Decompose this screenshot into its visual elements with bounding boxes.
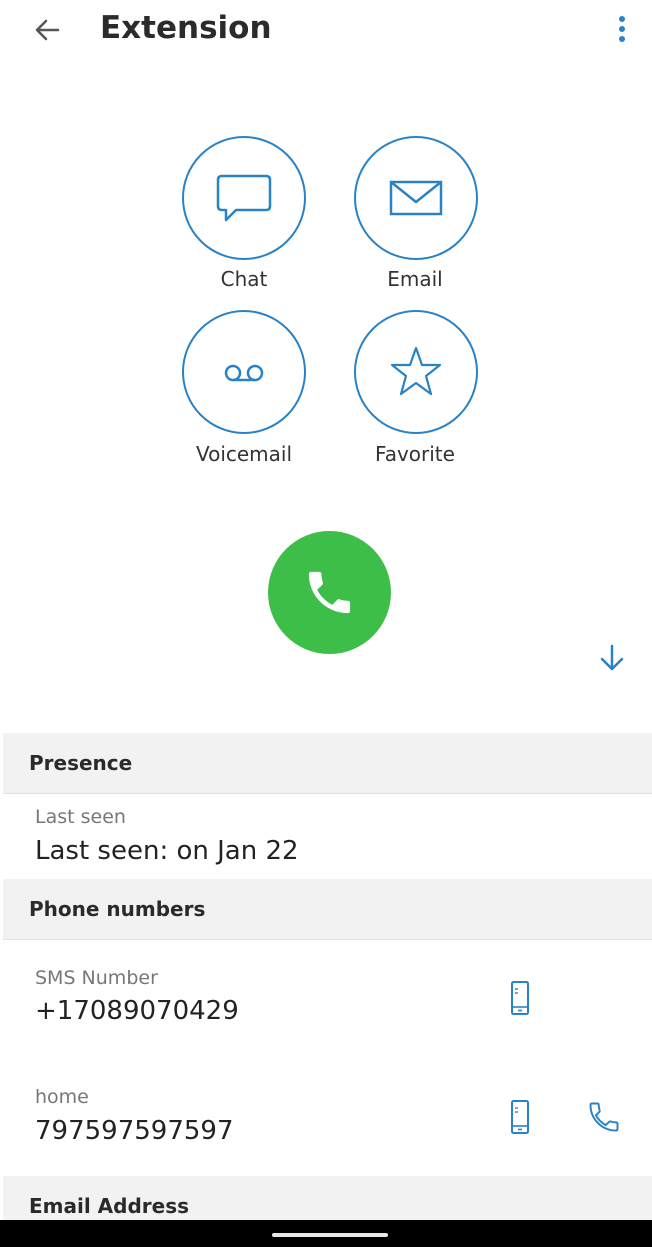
home-number-value: 797597597597: [35, 1116, 234, 1146]
star-icon: [390, 346, 442, 396]
home-gesture-handle[interactable]: [272, 1233, 388, 1237]
app-bar: Extension: [0, 0, 652, 60]
voicemail-button[interactable]: [182, 310, 306, 434]
voicemail-label: Voicemail: [195, 442, 293, 466]
phone-icon: [308, 571, 351, 614]
back-arrow-icon[interactable]: [30, 12, 66, 48]
favorite-label: Favorite: [375, 442, 455, 466]
voicemail-icon: [224, 364, 264, 382]
favorite-button[interactable]: [354, 310, 478, 434]
chat-label: Chat: [220, 267, 268, 291]
page-title: Extension: [100, 10, 272, 46]
mobile-sms-icon[interactable]: [502, 980, 538, 1016]
last-seen-label: Last seen: [35, 806, 126, 828]
mobile-sms-icon[interactable]: [502, 1099, 538, 1135]
last-seen-value: Last seen: on Jan 22: [35, 836, 299, 866]
more-vertical-icon[interactable]: [604, 12, 640, 48]
chat-bubble-icon: [216, 174, 272, 222]
email-label: Email: [387, 267, 443, 291]
email-button[interactable]: [354, 136, 478, 260]
presence-section-header: Presence: [3, 733, 652, 794]
home-number-label: home: [35, 1086, 89, 1108]
call-button[interactable]: [268, 531, 391, 654]
envelope-icon: [389, 180, 443, 216]
phone-call-icon[interactable]: [586, 1099, 622, 1135]
system-nav-bar: [0, 1220, 652, 1247]
phone-numbers-section-header: Phone numbers: [3, 879, 652, 940]
sms-number-label: SMS Number: [35, 967, 158, 989]
chat-button[interactable]: [182, 136, 306, 260]
arrow-down-icon[interactable]: [596, 642, 628, 674]
sms-number-value: +17089070429: [35, 996, 239, 1026]
